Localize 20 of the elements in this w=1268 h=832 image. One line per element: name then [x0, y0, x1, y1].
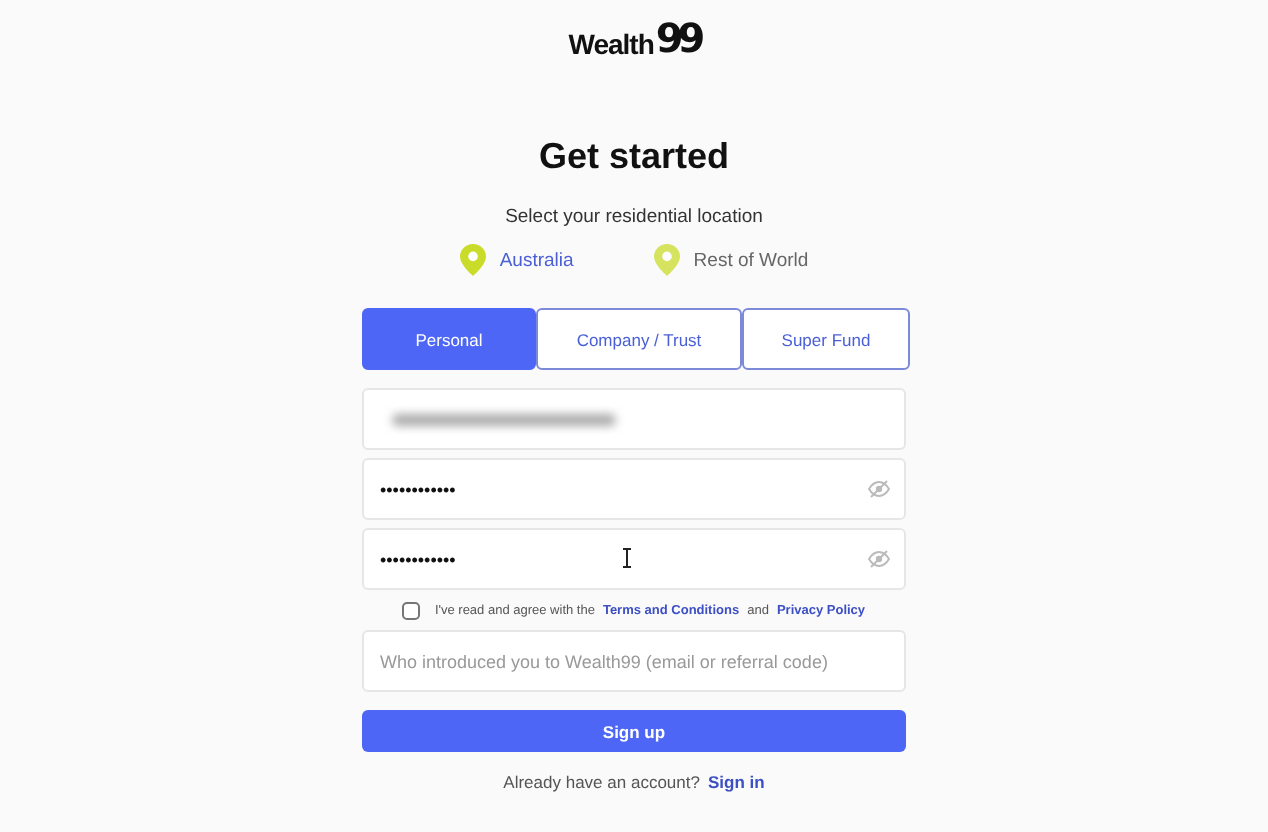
agree-checkbox[interactable] [402, 602, 421, 620]
location-pin-icon [459, 244, 486, 276]
account-type-tab[interactable]: Super Fund [742, 308, 910, 370]
sign-in-link[interactable]: Sign in [707, 772, 765, 792]
logo: Wealth99 [568, 12, 700, 60]
hidden-eye-icon[interactable] [868, 480, 890, 498]
footer-text: Already have an account? [503, 772, 700, 792]
referral-field[interactable]: Who introduced you to Wealth99 (email or referral code) [362, 630, 906, 692]
hidden-eye-icon[interactable] [868, 550, 890, 568]
password-field[interactable]: •••••••••••• [362, 458, 906, 520]
password-field[interactable]: •••••••••••• [362, 528, 906, 590]
location-option[interactable]: Australia [459, 244, 574, 276]
email-field[interactable] [362, 388, 906, 450]
page-title: Get started [538, 134, 730, 178]
account-type-tab[interactable]: Company / Trust [536, 308, 742, 370]
location-label: Select your residential location [505, 206, 763, 228]
location-pin-icon [653, 244, 680, 276]
location-option[interactable]: Rest of World [653, 244, 809, 276]
sign-up-button[interactable]: Sign up [362, 710, 906, 752]
account-type-tab[interactable]: Personal [362, 308, 536, 370]
